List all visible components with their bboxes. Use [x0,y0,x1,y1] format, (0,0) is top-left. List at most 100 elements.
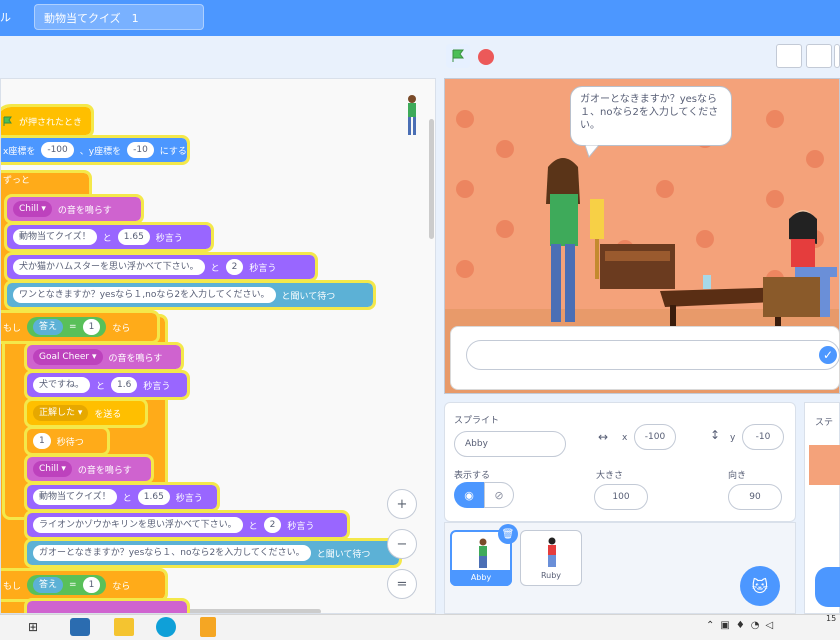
say-text-input[interactable]: ライオンかゾウかキリンを思い浮かべて下さい。 [33,517,243,533]
hide-button[interactable]: ⊘ [484,482,514,508]
if-condition-row[interactable]: もし 答え = 1 なら [1,568,168,602]
answer-reporter[interactable]: 答え [33,577,64,593]
block-label: と [248,521,258,532]
file-explorer-icon[interactable] [114,618,134,636]
zoom-reset-icon: = [396,576,408,592]
sprite-tile-ruby[interactable]: Ruby [520,530,582,586]
equals-symbol: = [69,322,77,332]
secs-input[interactable]: 1.65 [117,229,150,245]
choose-sprite-button[interactable]: 🐱 [740,566,780,606]
block-label: x座標を [3,146,36,157]
say-for-secs-block[interactable]: 犬ですね。 と 1.6 秒言う [24,370,190,400]
zoom-reset-button[interactable]: = [387,569,417,599]
direction-label: 向き [728,471,747,481]
y-input[interactable]: -10 [127,142,154,158]
block-label: と [102,233,112,244]
show-button[interactable]: ◉ [454,482,484,508]
say-for-secs-block[interactable]: 動物当てクイズ！ と 1.65 秒言う [24,482,220,512]
block-label: と [96,381,106,392]
check-icon: ✓ [822,348,834,362]
eye-icon: ◉ [464,488,474,502]
system-tray-icons[interactable]: ⌃▣♦◔◁ [706,620,779,631]
size-label: 大きさ [596,471,624,481]
answer-reporter[interactable]: 答え [33,319,64,335]
dropdown-value: 正解した [39,408,76,418]
answer-input[interactable] [466,340,840,370]
task-view-icon[interactable]: ⊞ [28,620,38,634]
abby-thumbnail [479,538,487,568]
block-label: を送る [94,409,122,420]
secs-input[interactable]: 2 [263,517,282,533]
y-arrows-icon: ↕ [710,428,721,442]
ask-text-input[interactable]: ガオーとなきますか？yesなら１、noなら2を入力してください。 [33,545,311,561]
ask-and-wait-block[interactable]: ワンとなきますか？yesなら１,noなら2を入力してください。 と聞いて待つ [4,280,376,310]
block-label: なら [112,323,131,334]
choose-backdrop-button[interactable] [815,567,840,607]
large-stage-button[interactable] [806,44,832,68]
block-label: 秒言う [287,521,315,532]
if-condition-row[interactable]: もし 答え = 1 なら [1,310,160,344]
dropdown-value: Chill [39,464,59,474]
compare-value-input[interactable]: 1 [82,577,101,593]
fullscreen-button[interactable] [834,44,840,68]
play-sound-block-partial[interactable] [24,598,190,613]
answer-submit-button[interactable]: ✓ [819,346,837,364]
say-text-input[interactable]: 犬ですね。 [33,377,91,393]
stage-panel[interactable]: ステ [804,402,840,614]
edge-browser-icon[interactable] [156,617,176,637]
equals-operator[interactable]: 答え = 1 [27,575,107,595]
sound-dropdown[interactable]: Goal Cheer ▾ [33,349,103,365]
broadcast-block[interactable]: 正解した ▾ を送る [24,398,148,428]
when-flag-clicked-block[interactable]: が押されたとき [1,104,94,138]
vertical-scrollbar[interactable] [429,119,434,239]
secs-input[interactable]: 1.6 [111,377,138,393]
green-flag-button[interactable] [446,44,470,68]
goto-xy-block[interactable]: x座標を -100 、y座標を -10 にする [1,135,190,165]
y-label: y [730,433,736,443]
play-sound-block[interactable]: Chill ▾ の音を鳴らす [24,454,154,484]
secs-input[interactable]: 1 [33,433,51,449]
delete-sprite-button[interactable]: 🗑 [498,524,518,544]
equals-operator[interactable]: 答え = 1 [27,317,107,337]
block-label: 秒言う [143,381,171,392]
say-for-secs-block[interactable]: 犬か猫かハムスターを思い浮かべて下さい。 と 2 秒言う [4,252,318,282]
say-for-secs-block[interactable]: ライオンかゾウかキリンを思い浮かべて下さい。 と 2 秒言う [24,510,350,540]
block-label: 秒待つ [56,437,84,448]
ruby-thumbnail [548,537,556,567]
block-label: の音を鳴らす [77,465,132,476]
file-menu[interactable]: ル [0,9,11,25]
zoom-in-button[interactable]: + [387,489,417,519]
say-text-input[interactable]: 動物当てクイズ！ [13,229,97,245]
sound-dropdown[interactable]: Chill ▾ [33,461,72,477]
say-text-input[interactable]: 動物当てクイズ！ [33,489,117,505]
play-sound-block[interactable]: Goal Cheer ▾ の音を鳴らす [24,342,184,372]
small-stage-button[interactable] [776,44,802,68]
secs-input[interactable]: 2 [225,259,244,275]
play-sound-block[interactable]: Chill ▾ の音を鳴らす [4,194,144,224]
x-input[interactable]: -100 [41,142,74,158]
message-dropdown[interactable]: 正解した ▾ [33,405,89,421]
ask-text-input[interactable]: ワンとなきますか？yesなら１,noなら2を入力してください。 [13,287,276,303]
stop-button[interactable] [478,49,494,65]
x-input[interactable]: -100 [634,424,676,450]
wait-block[interactable]: 1 秒待つ [24,426,110,456]
direction-input[interactable]: 90 [728,484,782,510]
mail-app-icon[interactable] [70,618,90,636]
say-text-input[interactable]: 犬か猫かハムスターを思い浮かべて下さい。 [13,259,205,275]
ask-and-wait-block[interactable]: ガオーとなきますか？yesなら１、noなら2を入力してください。 と聞いて待つ [24,538,402,568]
sprite-name-input[interactable]: Abby [454,431,566,457]
size-input[interactable]: 100 [594,484,648,510]
green-flag-icon [3,116,12,126]
app-icon[interactable] [200,617,216,637]
y-input[interactable]: -10 [742,424,784,450]
block-label: の音を鳴らす [57,205,112,216]
say-for-secs-block[interactable]: 動物当てクイズ！ と 1.65 秒言う [4,222,214,252]
sound-dropdown[interactable]: Chill ▾ [13,201,52,217]
secs-input[interactable]: 1.65 [137,489,170,505]
block-label: にする [159,146,187,157]
sprite-tile-label: Ruby [540,571,562,580]
compare-value-input[interactable]: 1 [82,319,101,335]
zoom-out-button[interactable]: − [387,529,417,559]
backdrop-thumbnail[interactable] [809,445,840,485]
code-area[interactable]: が押されたとき x座標を -100 、y座標を -10 にする ずっと Chil… [0,78,436,614]
